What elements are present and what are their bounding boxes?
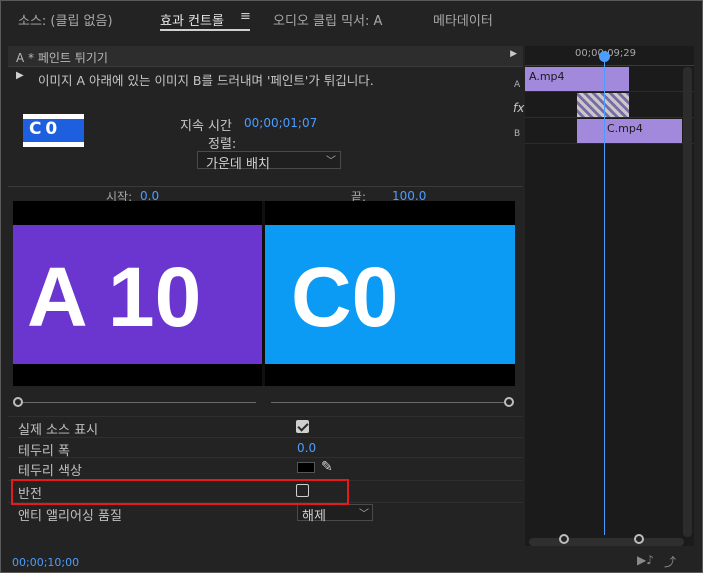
anti-aliasing-select[interactable]: 해제 ﹀ <box>297 504 373 524</box>
thumbnail-text: C 0 <box>29 119 57 139</box>
alignment-select[interactable]: 가운데 배치 ﹀ <box>197 151 341 172</box>
prop-label: 앤티 앨리어싱 품질 <box>18 509 122 524</box>
preview-a-text: A 10 <box>27 250 202 344</box>
tab-audio-clip-mixer[interactable]: 오디오 클립 믹서: A <box>273 10 382 29</box>
effect-controls-window: 소스: (클립 없음) 효과 컨트롤 ≡ 오디오 클립 믹서: A 메타데이터 … <box>0 0 703 573</box>
transition-clip[interactable] <box>577 93 629 117</box>
alignment-value: 가운데 배치 <box>206 157 270 172</box>
tab-metadata[interactable]: 메타데이터 <box>433 10 493 29</box>
show-actual-sources-checkbox[interactable] <box>296 420 309 433</box>
tab-source[interactable]: 소스: (클립 없음) <box>18 10 113 29</box>
expand-arrow-icon[interactable]: ▶ <box>510 49 517 59</box>
vertical-scrollbar[interactable] <box>683 67 692 537</box>
preview-b: C0 <box>265 225 515 364</box>
panel-tabs: 소스: (클립 없음) 효과 컨트롤 ≡ 오디오 클립 믹서: A 메타데이터 <box>2 2 702 34</box>
export-frame-icon[interactable]: ⤴ <box>664 553 676 570</box>
end-slider-knob[interactable] <box>504 397 514 407</box>
clip-a[interactable]: A.mp4 <box>525 67 629 91</box>
clip-a-label: A.mp4 <box>529 70 565 83</box>
transition-title: A * 페인트 튀기기 <box>16 51 108 65</box>
prop-label: 테두리 색상 <box>18 464 82 479</box>
prop-show-actual-sources: 실제 소스 표시 <box>8 416 523 438</box>
prop-label: 실제 소스 표시 <box>18 423 99 438</box>
prop-border-width: 테두리 폭 0.0 <box>8 437 523 459</box>
divider <box>8 186 523 187</box>
transition-thumbnail: C 0 <box>23 114 84 147</box>
prop-border-color: 테두리 색상 ✎ <box>8 457 523 479</box>
border-width-value[interactable]: 0.0 <box>297 441 316 455</box>
chevron-down-icon: ﹀ <box>326 156 336 167</box>
fx-icon: fx <box>513 101 525 115</box>
effect-controls-panel: A * 페인트 튀기기 ▶ ▶ 이미지 A 아래에 있는 이미지 B를 드러내며… <box>8 46 523 571</box>
transition-header[interactable]: A * 페인트 튀기기 ▶ <box>8 46 523 67</box>
footer-timecode: 00;00;10;00 <box>12 556 80 569</box>
preview-b-text: C0 <box>291 250 399 344</box>
mini-timeline: 00;00;09;29 A fx B A.mp4 C.mp4 <box>513 46 694 546</box>
duration-label: 지속 시간 <box>180 119 232 134</box>
playhead[interactable] <box>604 60 605 535</box>
play-preview-icon[interactable]: ▶ <box>16 70 24 81</box>
tab-effect-controls[interactable]: 효과 컨트롤 <box>160 10 224 29</box>
audio-only-icon[interactable]: ▶♪ <box>637 553 654 567</box>
start-slider-knob[interactable] <box>13 397 23 407</box>
chevron-down-icon: ﹀ <box>359 509 369 520</box>
panel-menu-icon[interactable]: ≡ <box>240 9 251 24</box>
transition-description: 이미지 A 아래에 있는 이미지 B를 드러내며 '페인트'가 튀깁니다. <box>38 73 374 88</box>
clip-c-label: C.mp4 <box>607 122 643 135</box>
track-a-label: A <box>514 80 521 90</box>
active-tab-underline <box>160 29 250 31</box>
border-color-swatch[interactable] <box>297 462 315 473</box>
alignment-label: 정렬: <box>208 137 237 152</box>
clip-c[interactable]: C.mp4 <box>577 119 682 143</box>
zoom-knob-right[interactable] <box>634 534 644 544</box>
zoom-knob-left[interactable] <box>559 534 569 544</box>
preview-a: A 10 <box>13 225 262 364</box>
highlight-box <box>11 479 349 505</box>
transition-preview: A 10 C0 <box>13 201 515 386</box>
end-slider-track[interactable] <box>271 402 505 403</box>
start-slider-track[interactable] <box>22 402 256 403</box>
eyedropper-icon[interactable]: ✎ <box>321 459 333 475</box>
anti-aliasing-value: 해제 <box>302 509 326 524</box>
duration-value[interactable]: 00;00;01;07 <box>244 116 317 130</box>
track-b-label: B <box>514 129 521 139</box>
timeline-zoom-scrollbar[interactable] <box>529 538 684 546</box>
prop-anti-aliasing: 앤티 앨리어싱 품질 해제 ﹀ <box>8 502 523 524</box>
